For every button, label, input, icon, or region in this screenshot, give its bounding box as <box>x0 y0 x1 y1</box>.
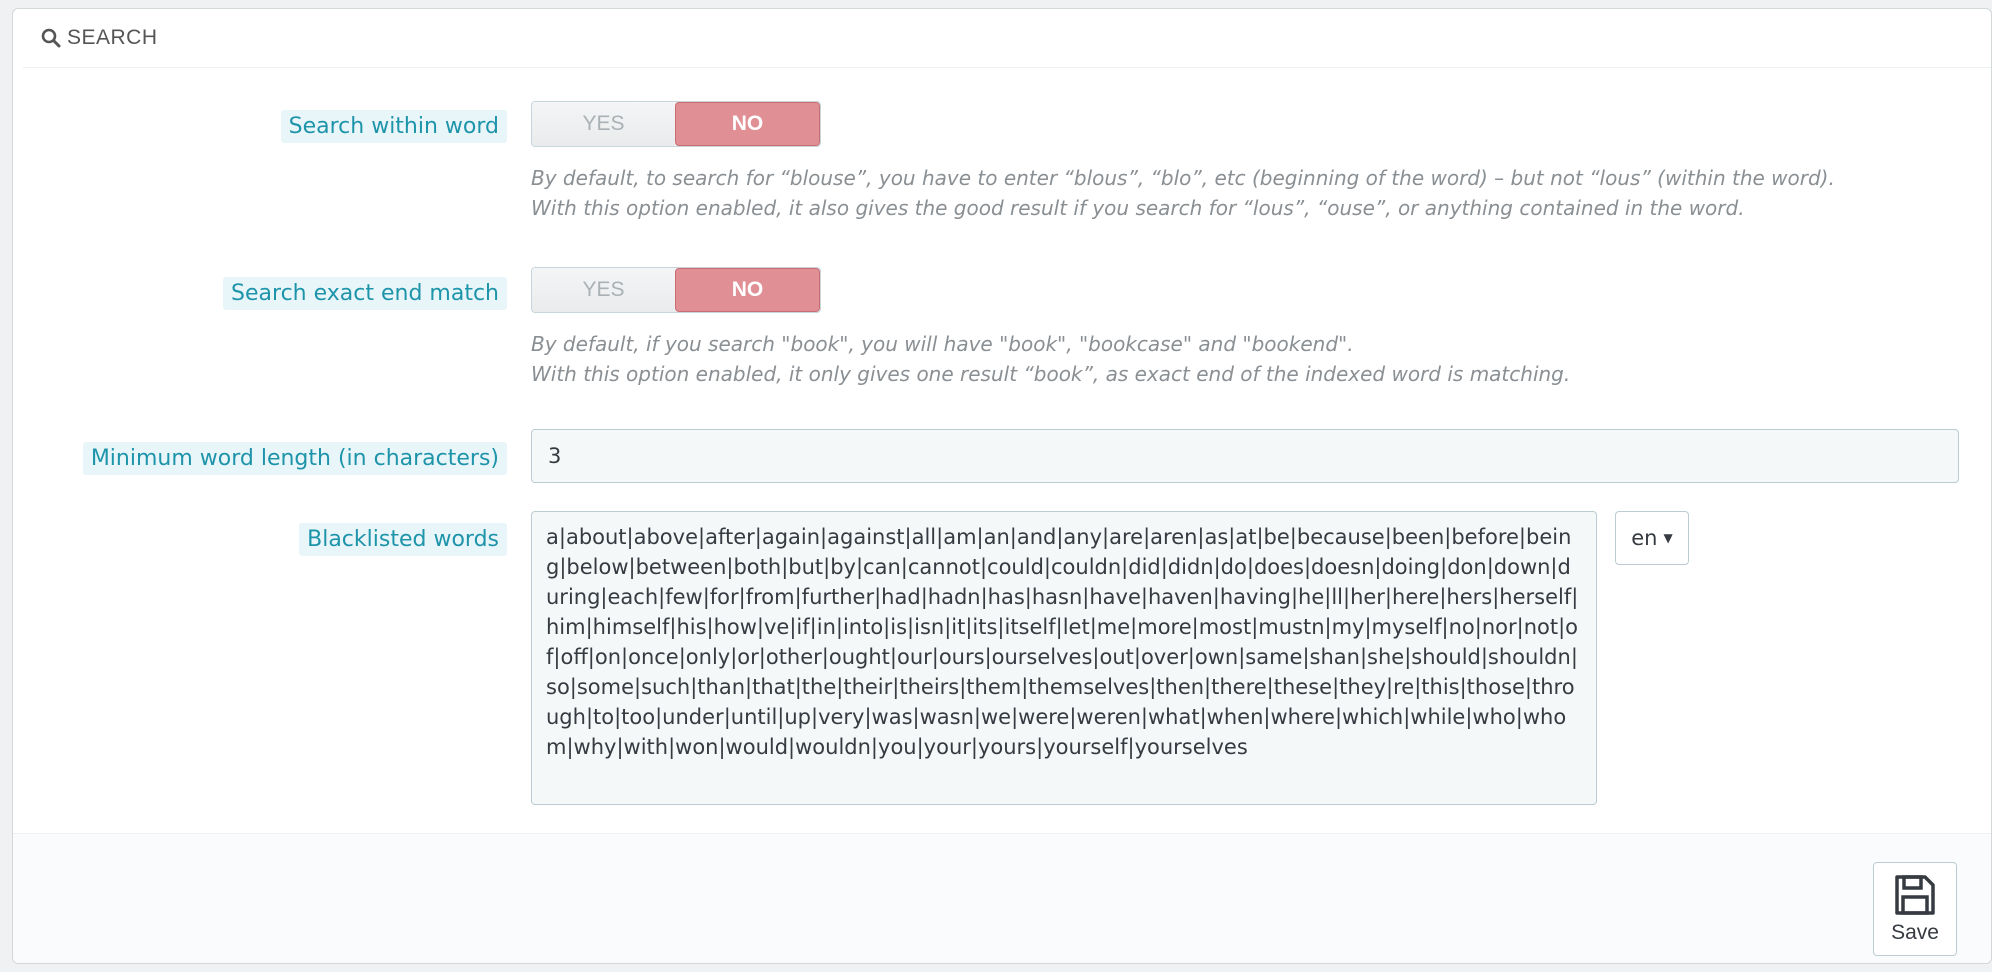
search-within-word-toggle[interactable]: YES NO <box>531 101 821 147</box>
min-word-length-label: Minimum word length (in characters) <box>82 442 507 475</box>
help-line: With this option enabled, it also gives … <box>531 196 1745 220</box>
save-label: Save <box>1891 921 1939 944</box>
search-within-word-yes[interactable]: YES <box>532 102 675 146</box>
search-exact-end-match-toggle[interactable]: YES NO <box>531 267 821 313</box>
search-panel: SEARCH Search within word YES NO By defa… <box>12 8 1992 964</box>
blacklisted-words-label: Blacklisted words <box>299 523 507 556</box>
help-line: By default, if you search "book", you wi… <box>531 332 1354 356</box>
save-button[interactable]: Save <box>1873 862 1957 956</box>
floppy-disk-icon <box>1895 875 1935 915</box>
search-icon <box>41 28 61 48</box>
language-value: en <box>1631 526 1658 550</box>
search-within-word-no[interactable]: NO <box>675 102 820 146</box>
search-exact-end-match-label: Search exact end match <box>223 277 507 310</box>
panel-heading: SEARCH <box>23 9 1991 68</box>
panel-title: SEARCH <box>67 26 158 49</box>
help-line: By default, to search for “blouse”, you … <box>531 166 1835 190</box>
search-exact-end-match-yes[interactable]: YES <box>532 268 675 312</box>
search-exact-end-match-no[interactable]: NO <box>675 268 820 312</box>
language-dropdown[interactable]: en ▼ <box>1615 511 1689 565</box>
blacklisted-words-textarea[interactable]: a|about|above|after|again|against|all|am… <box>531 511 1597 805</box>
help-line: With this option enabled, it only gives … <box>531 362 1571 386</box>
panel-footer: Save <box>13 833 1991 963</box>
search-within-word-label: Search within word <box>280 110 507 143</box>
search-exact-end-match-help: By default, if you search "book", you wi… <box>531 329 1570 389</box>
caret-down-icon: ▼ <box>1663 531 1673 545</box>
min-word-length-input[interactable]: 3 <box>531 429 1959 483</box>
search-within-word-help: By default, to search for “blouse”, you … <box>531 163 1835 223</box>
